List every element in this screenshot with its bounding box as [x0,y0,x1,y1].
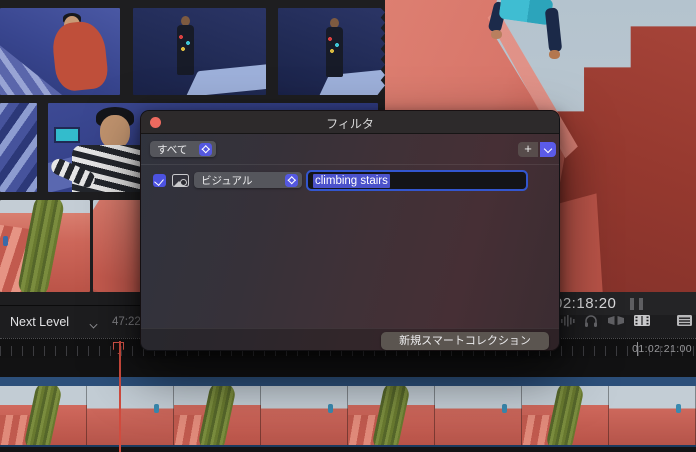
figure-art [545,7,563,52]
filmstrip-frame [87,386,174,445]
up-down-chevrons-icon [285,174,298,187]
figure-art [3,236,8,246]
filmstrip-frame [0,386,87,445]
figure-art [100,115,130,149]
search-input[interactable]: climbing stairs [306,170,528,191]
browser-clip-thumbnail[interactable] [133,8,266,95]
rule-enabled-checkbox[interactable] [153,174,166,187]
filmstrip-frame [435,386,522,445]
filmstrip-frame [609,386,696,445]
filter-dialog: フィルタ すべて + ビジュアル climbing stairs 新規スマートコ… [140,110,560,351]
screen-art [54,127,80,143]
fcp-window: 02:18:20 Next Level 47:22 01:02:21:00 [0,0,696,452]
timeline-background [0,358,696,377]
figure-art [51,19,110,92]
browser-clip-thumbnail[interactable] [0,200,90,292]
browser-clip-thumbnail[interactable] [0,103,37,192]
chevron-down-icon[interactable] [90,321,98,329]
selected-text: climbing stairs [313,174,390,188]
figure-art [491,30,502,39]
filmstrip-frame [348,386,435,445]
dialog-titlebar[interactable]: フィルタ [141,111,559,134]
new-smart-collection-button[interactable]: 新規スマートコレクション [381,332,549,350]
waveform-icon[interactable] [560,313,576,328]
up-down-chevrons-icon [199,143,212,156]
clip-trim-icon[interactable] [606,313,626,328]
index-icon[interactable] [676,313,692,328]
headphones-icon[interactable] [583,313,599,328]
browser-clip-thumbnail[interactable] [0,8,120,95]
divider [141,164,559,165]
browser-clip-thumbnail[interactable] [278,8,385,95]
dialog-footer: 新規スマートコレクション [141,328,559,351]
timeline-clip[interactable] [0,377,696,447]
figure-art [177,25,194,75]
popup-value: すべて [157,142,195,157]
add-rule-button[interactable]: + [518,142,538,157]
figure-art [549,50,560,59]
ruler-timecode-label: 01:02:21:00 [632,343,692,355]
playhead-line[interactable] [119,341,121,452]
image-search-icon [172,174,189,187]
figure-art [326,27,343,77]
clip-color-bar [0,377,696,386]
match-scope-popup[interactable]: すべて [150,141,216,157]
rule-type-popup[interactable]: ビジュアル [194,172,302,188]
ledge-art [186,63,266,95]
pause-icon [630,298,643,310]
project-name[interactable]: Next Level [10,315,69,329]
filmstrip-icon[interactable] [633,313,651,328]
add-rule-dropdown-button[interactable] [540,142,556,157]
popup-value: ビジュアル [201,173,281,188]
project-duration: 47:22 [112,316,141,328]
filmstrip-frame [174,386,261,445]
filmstrip-frame [261,386,348,445]
clip-filmstrip [0,386,696,445]
filmstrip-frame [522,386,609,445]
timecode-display[interactable]: 02:18:20 [546,292,696,315]
dialog-title: フィルタ [141,115,559,132]
